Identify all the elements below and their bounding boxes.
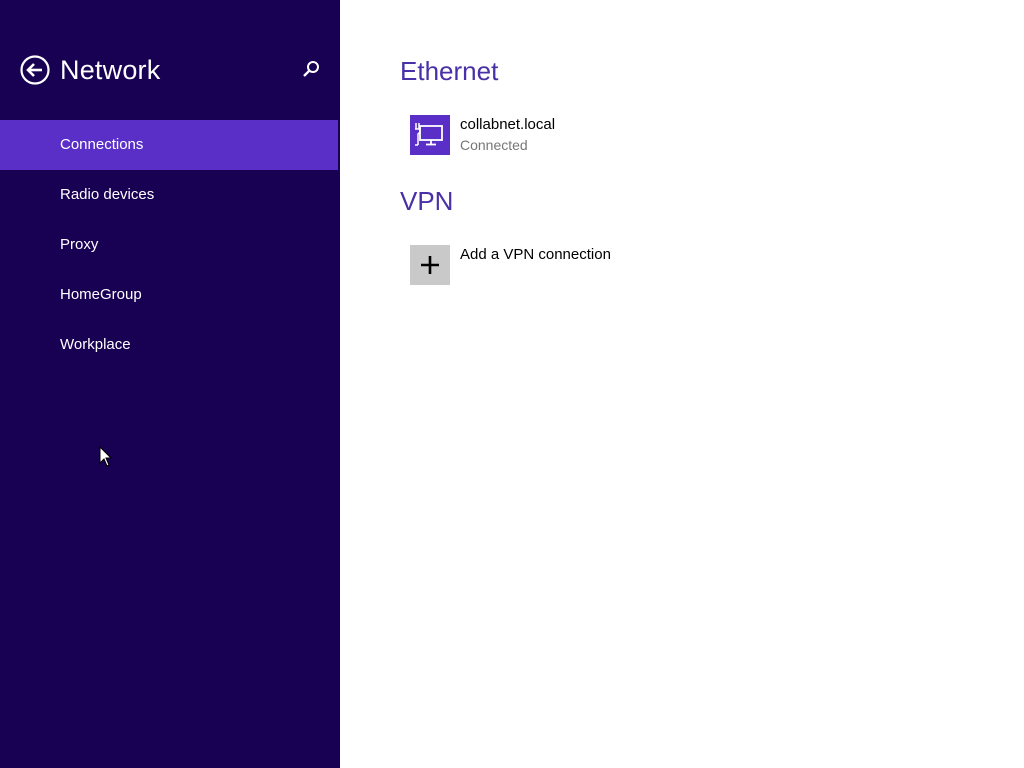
connection-name: collabnet.local <box>460 116 556 133</box>
main-content: Ethernet collabnet.local Connected VPN A… <box>340 0 1024 768</box>
add-vpn-label: Add a VPN connection <box>460 246 611 263</box>
back-arrow-icon <box>20 55 50 85</box>
ethernet-network-icon <box>415 123 443 146</box>
nav-list: Connections Radio devices Proxy HomeGrou… <box>0 120 338 370</box>
plus-icon <box>421 256 439 274</box>
sidebar-item-connections[interactable]: Connections <box>0 120 338 170</box>
ethernet-heading: Ethernet <box>400 56 499 86</box>
add-vpn-tile <box>410 245 450 285</box>
search-button[interactable] <box>300 58 322 82</box>
sidebar-item-radio-devices[interactable]: Radio devices <box>0 170 338 220</box>
vpn-heading: VPN <box>400 186 454 216</box>
sidebar: Network Connections Radio devices Proxy … <box>0 0 340 768</box>
ethernet-tile <box>410 115 450 155</box>
back-button[interactable] <box>20 55 50 85</box>
connection-status: Connected <box>460 137 528 153</box>
sidebar-item-proxy[interactable]: Proxy <box>0 220 338 270</box>
sidebar-item-workplace[interactable]: Workplace <box>0 320 338 370</box>
add-vpn-button[interactable]: Add a VPN connection <box>410 245 670 285</box>
page-title: Network <box>60 55 161 85</box>
ethernet-connection-item[interactable]: collabnet.local Connected <box>410 115 630 155</box>
search-icon <box>303 61 319 77</box>
sidebar-item-homegroup[interactable]: HomeGroup <box>0 270 338 320</box>
